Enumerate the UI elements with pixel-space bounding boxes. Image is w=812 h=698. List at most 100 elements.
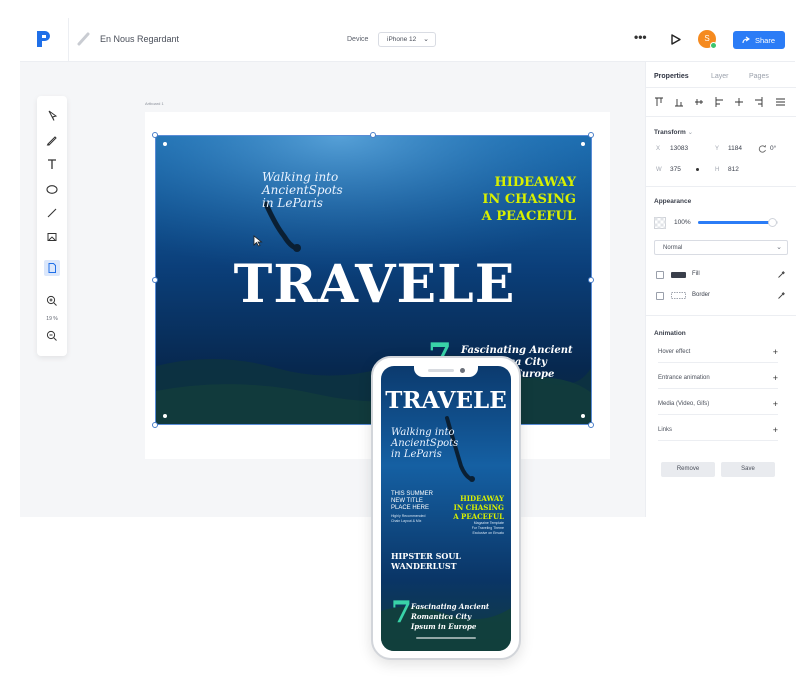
phone-text-summer-sub: Highly Recommended Chain Layout & Mix: [391, 514, 425, 524]
phone-text-line: Ipsum in Europe: [411, 622, 477, 631]
remove-button[interactable]: Remove: [661, 462, 715, 477]
h-label: H: [715, 167, 720, 173]
phone-camera: [460, 368, 465, 373]
tab-layer[interactable]: Layer: [711, 73, 729, 80]
phone-text-line: Fascinating Ancient: [411, 602, 490, 611]
canvas-main-title[interactable]: TRAVELE: [156, 258, 591, 312]
ellipse-icon[interactable]: [44, 181, 60, 197]
phone-big-number: 7: [391, 595, 412, 630]
brush-icon[interactable]: [76, 31, 92, 47]
border-swatch[interactable]: [671, 292, 686, 299]
fill-label: Fill: [692, 271, 700, 277]
canvas-text-walking[interactable]: Walking into AncientSpots in LeParis: [262, 171, 343, 210]
text-tool-icon[interactable]: [44, 156, 60, 172]
divider: [646, 186, 796, 187]
phone-text-line: IN CHASING: [453, 503, 504, 512]
more-options-button[interactable]: •••: [634, 30, 647, 44]
line-icon[interactable]: [44, 205, 60, 221]
resize-handle[interactable]: [588, 422, 594, 428]
phone-text-line: Walking into: [391, 427, 455, 438]
animation-item-media[interactable]: Media (Video, Gifs) +: [658, 399, 778, 415]
tab-pages[interactable]: Pages: [749, 73, 769, 80]
zoom-out-icon[interactable]: [44, 328, 60, 344]
artboard-tool-icon[interactable]: [44, 260, 60, 276]
add-icon[interactable]: +: [773, 373, 778, 383]
chevron-down-icon: ⌄: [776, 244, 782, 251]
eyedropper-icon[interactable]: [777, 270, 786, 279]
phone-screen[interactable]: TRAVELE Walking into AncientSpots in LeP…: [381, 366, 511, 651]
play-icon[interactable]: [671, 34, 681, 45]
border-label: Border: [692, 292, 711, 298]
phone-text-line: Exclusive on Envato: [472, 531, 504, 535]
x-value[interactable]: 13083: [670, 145, 688, 152]
fill-checkbox[interactable]: [656, 271, 664, 279]
image-icon[interactable]: [44, 229, 60, 245]
divider: [68, 18, 69, 62]
resize-handle[interactable]: [152, 132, 158, 138]
y-label: Y: [715, 146, 720, 152]
phone-text-line: AncientSpots: [391, 438, 459, 449]
phone-text-line: WANDERLUST: [391, 561, 457, 571]
device-select[interactable]: iPhone 12 ⌄: [378, 32, 436, 47]
h-value[interactable]: 812: [728, 166, 739, 173]
phone-text-line: NEW TITLE: [391, 498, 423, 504]
border-checkbox[interactable]: [656, 292, 664, 300]
animation-item-links[interactable]: Links +: [658, 425, 778, 441]
animation-item-entrance[interactable]: Entrance animation +: [658, 373, 778, 389]
appearance-title: Appearance: [654, 198, 692, 205]
fill-swatch[interactable]: [671, 272, 686, 278]
chevron-down-icon: ⌄: [423, 36, 429, 43]
phone-text-line: Romantica City: [411, 612, 472, 621]
corner-marker: [581, 142, 585, 146]
zoom-level: 19 %: [46, 316, 58, 322]
blend-mode-select[interactable]: Normal ⌄: [654, 240, 788, 255]
y-value[interactable]: 1184: [728, 145, 742, 152]
phone-text-hipster[interactable]: HIPSTER SOUL WANDERLUST: [391, 551, 461, 571]
opacity-slider[interactable]: [698, 218, 778, 227]
add-icon[interactable]: +: [773, 399, 778, 409]
properties-panel: Properties Layer Pages Transform ⌄ X 130…: [645, 62, 796, 517]
divider: [646, 116, 796, 117]
resize-handle[interactable]: [370, 132, 376, 138]
device-select-value: iPhone 12: [387, 36, 417, 43]
save-button[interactable]: Save: [721, 462, 775, 477]
divider: [646, 87, 796, 88]
phone-title[interactable]: TRAVELE: [381, 389, 511, 413]
canvas-text-line: HIDEAWAY: [494, 175, 576, 190]
resize-handle[interactable]: [588, 277, 594, 283]
resize-handle[interactable]: [152, 422, 158, 428]
add-icon[interactable]: +: [773, 425, 778, 435]
canvas-text-hideaway[interactable]: HIDEAWAY IN CHASING A PEACEFUL: [482, 174, 576, 225]
zoom-in-icon[interactable]: [44, 293, 60, 309]
phone-text-hideaway[interactable]: HIDEAWAY IN CHASING A PEACEFUL: [453, 494, 504, 521]
select-pointer-icon[interactable]: [44, 108, 60, 124]
opacity-slider-knob[interactable]: [768, 218, 778, 227]
pen-icon[interactable]: [44, 132, 60, 148]
add-icon[interactable]: +: [773, 347, 778, 357]
rotation-value[interactable]: 0°: [770, 145, 776, 152]
share-label: Share: [755, 36, 776, 45]
resize-handle[interactable]: [152, 277, 158, 283]
eyedropper-icon[interactable]: [777, 291, 786, 300]
tools-toolbar: 19 %: [37, 96, 67, 356]
phone-text-summer[interactable]: THIS SUMMER NEW TITLE PLACE HERE: [391, 491, 433, 512]
artboard-label: Artboard 1: [145, 101, 164, 106]
chevron-down-icon[interactable]: ⌄: [688, 129, 693, 136]
x-label: X: [656, 146, 661, 152]
w-value[interactable]: 375: [670, 166, 681, 173]
blend-mode-value: Normal: [663, 245, 683, 251]
phone-text-walking[interactable]: Walking into AncientSpots in LeParis: [391, 427, 458, 460]
phone-text-fascinating[interactable]: Fascinating Ancient Romantica City Ipsum…: [411, 602, 489, 632]
canvas-text-line: IN CHASING: [482, 192, 576, 207]
link-dimensions-icon[interactable]: [696, 168, 699, 171]
animation-item-hover[interactable]: Hover effect +: [658, 347, 778, 363]
app-logo-icon[interactable]: [36, 30, 52, 48]
share-button[interactable]: Share: [733, 31, 785, 49]
animation-item-label: Hover effect: [658, 349, 691, 355]
document-title[interactable]: En Nous Regardant: [100, 34, 179, 44]
tab-properties[interactable]: Properties: [654, 73, 689, 80]
resize-handle[interactable]: [588, 132, 594, 138]
opacity-value[interactable]: 100%: [674, 219, 691, 226]
top-bar: En Nous Regardant Device iPhone 12 ⌄ •••…: [20, 18, 795, 62]
transform-title: Transform ⌄: [654, 128, 693, 136]
